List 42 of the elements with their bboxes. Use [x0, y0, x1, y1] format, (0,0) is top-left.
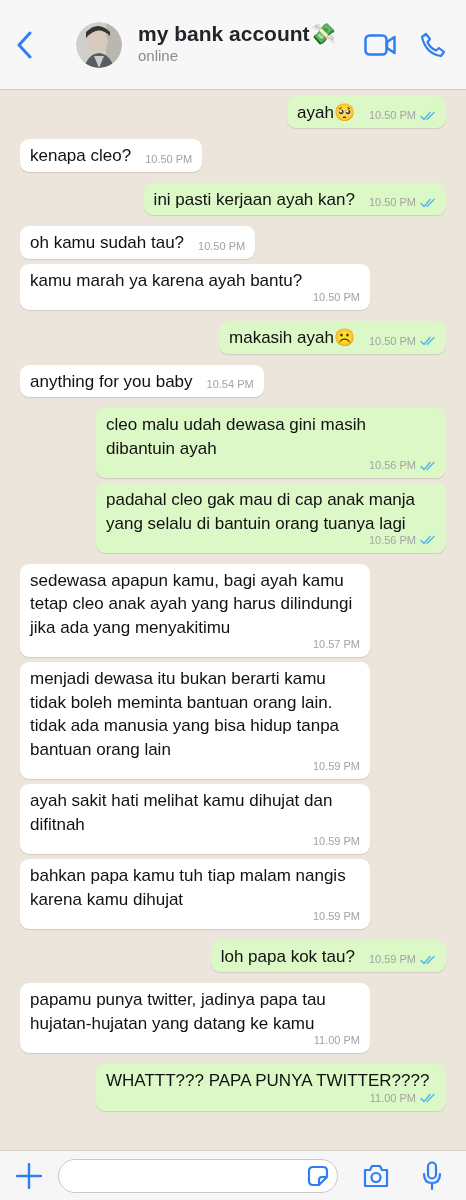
message-time: 10.50 PM	[368, 335, 416, 347]
camera-icon[interactable]	[362, 1163, 390, 1188]
message-time: 10.59 PM	[312, 761, 360, 773]
message-time: 10.50 PM	[145, 153, 193, 165]
message-time: 10.50 PM	[368, 197, 416, 209]
message-text: WHATTT??? PAPA PUNYA TWITTER????	[106, 1070, 430, 1093]
message-time: 10.50 PM	[312, 292, 360, 304]
message-time: 10.54 PM	[206, 379, 254, 391]
message-text: kamu marah ya karena ayah bantu?	[30, 269, 303, 292]
message-time: 10.59 PM	[312, 910, 360, 922]
message-text: padahal cleo gak mau di cap anak manja yang selalu di bantuin orang tuanya lagi	[106, 489, 417, 535]
video-call-icon[interactable]	[364, 33, 396, 56]
message-text: cleo malu udah dewasa gini masih dibantuin ayah	[106, 414, 367, 460]
contact-status: online	[138, 45, 180, 66]
contact-name: my bank account💸	[138, 21, 337, 45]
message-text: anything for you baby	[30, 370, 193, 393]
back-icon[interactable]	[16, 30, 32, 59]
message-time: 11.00 PM	[369, 1092, 416, 1104]
message-time: 10.59 PM	[312, 836, 360, 848]
message-text: ayah🥺	[297, 102, 355, 124]
message-time: 11.00 PM	[313, 1035, 360, 1047]
message-time: 10.56 PM	[368, 535, 416, 546]
message-time: 10.56 PM	[368, 460, 416, 472]
microphone-icon[interactable]	[422, 1160, 442, 1191]
message-input[interactable]	[58, 1158, 338, 1193]
message-text: ayah sakit hati melihat kamu dihujat dan difitnah	[30, 790, 334, 836]
message-text: ini pasti kerjaan ayah kan?	[153, 188, 355, 211]
phone-icon[interactable]	[420, 31, 446, 58]
message-time: 10.59 PM	[368, 954, 416, 966]
message-text: kenapa cleo?	[30, 145, 132, 168]
message-time: 10.50 PM	[198, 240, 246, 252]
message-text: sedewasa apapun kamu, bagi ayah kamu tetap cleo anak ayah yang harus dilindungi jika ada yang menyakitimu	[30, 570, 354, 639]
message-text: oh kamu sudah tau?	[30, 232, 185, 255]
message-text: makasih ayah☹	[229, 327, 355, 350]
message-time: 10.57 PM	[312, 639, 360, 651]
sticker-icon[interactable]	[307, 1164, 329, 1187]
message-text: loh papa kok tau?	[220, 945, 355, 968]
message-text: bahkan papa kamu tuh tiap malam nangis karena kamu dihujat	[30, 865, 347, 911]
message-text: papamu punya twitter, jadinya papa tau hujatan-hujatan yang datang ke kamu	[30, 989, 327, 1035]
message-time: 10.50 PM	[368, 110, 416, 122]
message-text: menjadi dewasa itu bukan berarti kamu tidak boleh meminta bantuan orang lain. tidak ada manusia yang bisa hidup tanpa bantuan orang lain	[30, 668, 341, 761]
add-icon[interactable]	[16, 1162, 42, 1189]
